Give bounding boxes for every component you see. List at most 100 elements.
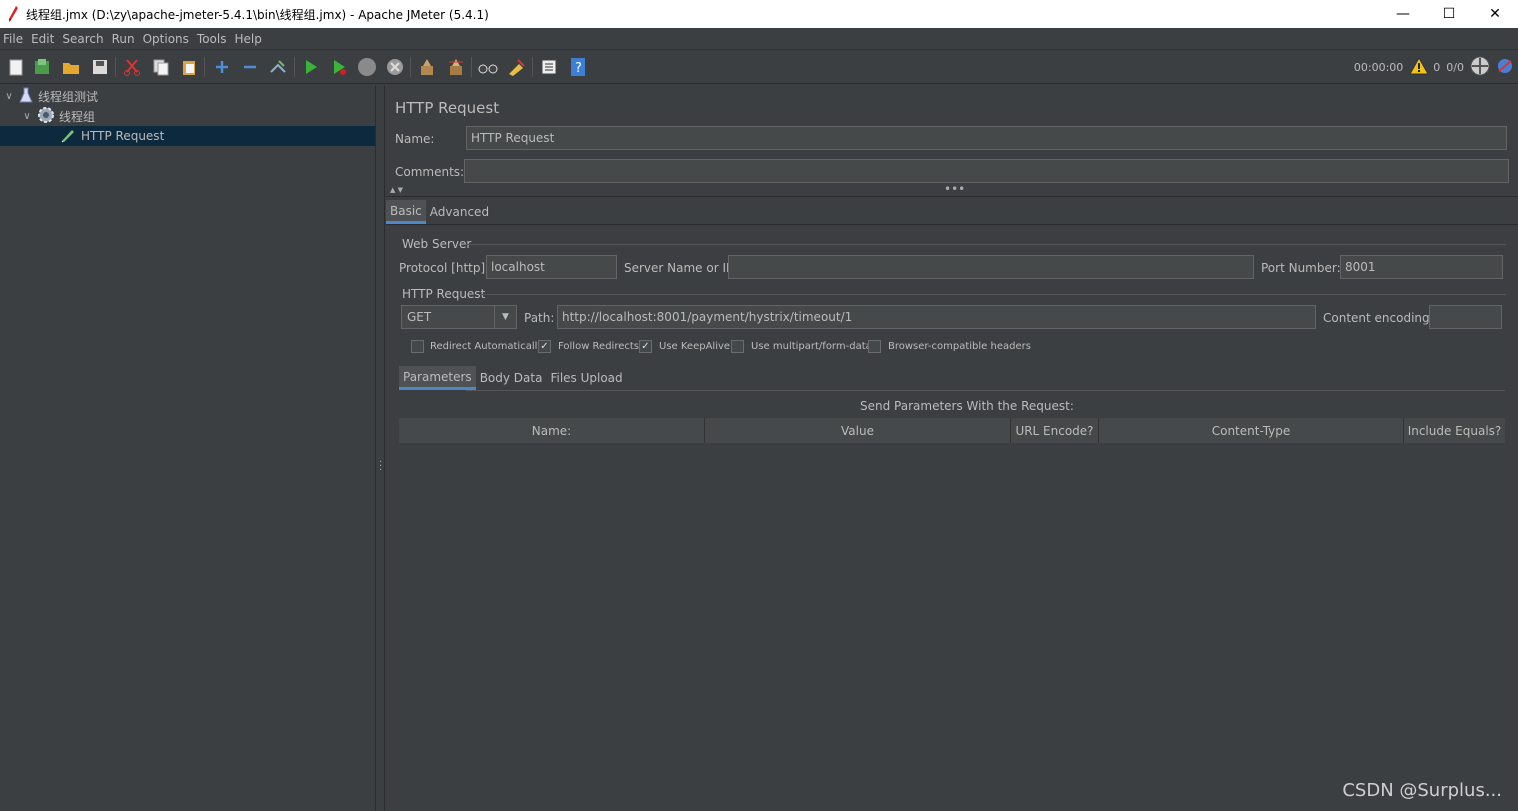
parameters-table-header: Name: Value URL Encode? Content-Type Inc… bbox=[399, 418, 1505, 443]
comments-field[interactable] bbox=[464, 159, 1509, 183]
menu-file[interactable]: File bbox=[3, 32, 23, 46]
use-multipart-checkbox[interactable] bbox=[731, 340, 744, 353]
menu-options[interactable]: Options bbox=[143, 32, 189, 46]
save-icon[interactable] bbox=[89, 56, 111, 78]
protocol-label: Protocol [http]: bbox=[399, 261, 490, 275]
tree-item-thread-group[interactable]: ∨ 线程组 bbox=[21, 106, 375, 126]
browser-compatible-headers-checkbox[interactable] bbox=[868, 340, 881, 353]
remote-status-icon bbox=[1470, 56, 1490, 79]
http-request-panel: HTTP Request Name: HTTP Request Comments… bbox=[386, 85, 1518, 811]
main-tabs: Basic Advanced bbox=[386, 200, 493, 224]
toolbar: ? 00:00:00 0 0/0 bbox=[0, 51, 1518, 84]
menu-run[interactable]: Run bbox=[112, 32, 135, 46]
server-name-field[interactable] bbox=[728, 255, 1254, 279]
stop-icon[interactable] bbox=[356, 56, 378, 78]
content-encoding-label: Content encoding: bbox=[1323, 311, 1434, 325]
jmeter-feather-icon bbox=[8, 6, 18, 22]
test-plan-tree: ∨ 线程组测试 ∨ 线程组 HTTP Request bbox=[0, 85, 376, 811]
menu-bar: File Edit Search Run Options Tools Help bbox=[0, 28, 1518, 50]
server-name-label: Server Name or IP: bbox=[624, 261, 738, 275]
elapsed-time: 00:00:00 bbox=[1353, 61, 1404, 74]
start-no-pauses-icon[interactable] bbox=[328, 56, 350, 78]
column-header-value[interactable]: Value bbox=[705, 418, 1011, 443]
name-label: Name: bbox=[395, 132, 435, 146]
help-icon[interactable]: ? bbox=[567, 56, 589, 78]
column-header-name[interactable]: Name: bbox=[399, 418, 705, 443]
gear-icon bbox=[37, 106, 55, 127]
column-header-url-encode[interactable]: URL Encode? bbox=[1011, 418, 1099, 443]
method-value: GET bbox=[407, 310, 432, 324]
tree-item-label: 线程组测试 bbox=[38, 89, 99, 104]
parameters-caption: Send Parameters With the Request: bbox=[860, 399, 1074, 413]
warning-count: 0 bbox=[1433, 61, 1441, 74]
name-field[interactable]: HTTP Request bbox=[466, 126, 1507, 150]
port-number-field[interactable]: 8001 bbox=[1340, 255, 1503, 279]
use-multipart-label: Use multipart/form-data bbox=[751, 341, 872, 352]
tab-parameters[interactable]: Parameters bbox=[399, 366, 476, 390]
column-header-include-equals[interactable]: Include Equals? bbox=[1404, 418, 1505, 443]
tree-item-http-request[interactable]: HTTP Request bbox=[0, 126, 375, 146]
copy-icon[interactable] bbox=[150, 56, 172, 78]
tree-item-label: 线程组 bbox=[59, 109, 96, 124]
reset-search-icon[interactable] bbox=[505, 56, 527, 78]
function-helper-icon[interactable] bbox=[538, 56, 560, 78]
watermark: CSDN @Surplus... bbox=[1342, 780, 1502, 801]
flask-icon bbox=[19, 87, 33, 106]
logo-icon bbox=[1496, 57, 1514, 78]
path-label: Path: bbox=[524, 311, 555, 325]
new-icon[interactable] bbox=[5, 56, 27, 78]
menu-edit[interactable]: Edit bbox=[31, 32, 54, 46]
redirect-automatically-label: Redirect Automatically bbox=[430, 341, 544, 352]
start-icon[interactable] bbox=[300, 56, 322, 78]
svg-text:?: ? bbox=[575, 61, 582, 76]
http-request-group-title: HTTP Request bbox=[402, 287, 486, 301]
comments-label: Comments: bbox=[395, 165, 465, 179]
collapse-all-icon[interactable] bbox=[239, 56, 261, 78]
use-keepalive-checkbox[interactable]: ✓ bbox=[639, 340, 652, 353]
redirect-automatically-checkbox[interactable] bbox=[411, 340, 424, 353]
web-server-group-title: Web Server bbox=[402, 237, 472, 251]
use-keepalive-label: Use KeepAlive bbox=[659, 341, 731, 352]
split-pane-divider[interactable]: · · · bbox=[376, 85, 385, 811]
follow-redirects-checkbox[interactable]: ✓ bbox=[538, 340, 551, 353]
toggle-icon[interactable] bbox=[267, 56, 289, 78]
shutdown-icon[interactable] bbox=[384, 56, 406, 78]
chevron-down-icon[interactable]: ∨ bbox=[21, 111, 33, 122]
clear-all-icon[interactable] bbox=[445, 56, 467, 78]
tab-files-upload[interactable]: Files Upload bbox=[546, 366, 626, 390]
tab-advanced[interactable]: Advanced bbox=[426, 200, 493, 224]
chevron-down-icon[interactable]: ▼ bbox=[494, 306, 516, 328]
panel-title: HTTP Request bbox=[395, 99, 500, 117]
method-select[interactable]: GET ▼ bbox=[401, 305, 517, 329]
open-icon[interactable] bbox=[60, 56, 82, 78]
cut-icon[interactable] bbox=[121, 56, 143, 78]
menu-search[interactable]: Search bbox=[62, 32, 103, 46]
paste-icon[interactable] bbox=[178, 56, 200, 78]
pen-icon bbox=[60, 127, 76, 146]
port-number-label: Port Number: bbox=[1261, 261, 1341, 275]
tree-item-test-plan[interactable]: ∨ 线程组测试 bbox=[3, 86, 375, 106]
chevron-down-icon[interactable]: ∨ bbox=[3, 91, 15, 102]
tab-body-data[interactable]: Body Data bbox=[476, 366, 547, 390]
templates-icon[interactable] bbox=[31, 56, 53, 78]
window-title: 线程组.jmx (D:\zy\apache-jmeter-5.4.1\bin\线… bbox=[26, 7, 489, 22]
column-header-content-type[interactable]: Content-Type bbox=[1099, 418, 1404, 443]
tab-basic[interactable]: Basic bbox=[386, 200, 426, 224]
thread-count: 0/0 bbox=[1446, 61, 1464, 74]
menu-tools[interactable]: Tools bbox=[197, 32, 227, 46]
search-icon[interactable] bbox=[477, 56, 499, 78]
warning-icon[interactable] bbox=[1409, 56, 1430, 78]
menu-help[interactable]: Help bbox=[234, 32, 261, 46]
title-bar: 线程组.jmx (D:\zy\apache-jmeter-5.4.1\bin\线… bbox=[0, 0, 1518, 28]
horizontal-splitter[interactable]: ▲ ▼ ••• bbox=[386, 182, 1518, 197]
minimize-button[interactable]: — bbox=[1380, 0, 1426, 28]
maximize-button[interactable]: ☐ bbox=[1426, 0, 1472, 28]
content-encoding-field[interactable] bbox=[1429, 305, 1502, 329]
path-field[interactable]: http://localhost:8001/payment/hystrix/ti… bbox=[557, 305, 1316, 329]
request-body-tabs: Parameters Body Data Files Upload bbox=[399, 366, 627, 390]
close-button[interactable]: ✕ bbox=[1472, 0, 1518, 28]
browser-compatible-headers-label: Browser-compatible headers bbox=[888, 341, 1031, 352]
clear-icon[interactable] bbox=[416, 56, 438, 78]
expand-all-icon[interactable] bbox=[211, 56, 233, 78]
protocol-field[interactable]: localhost bbox=[486, 255, 617, 279]
